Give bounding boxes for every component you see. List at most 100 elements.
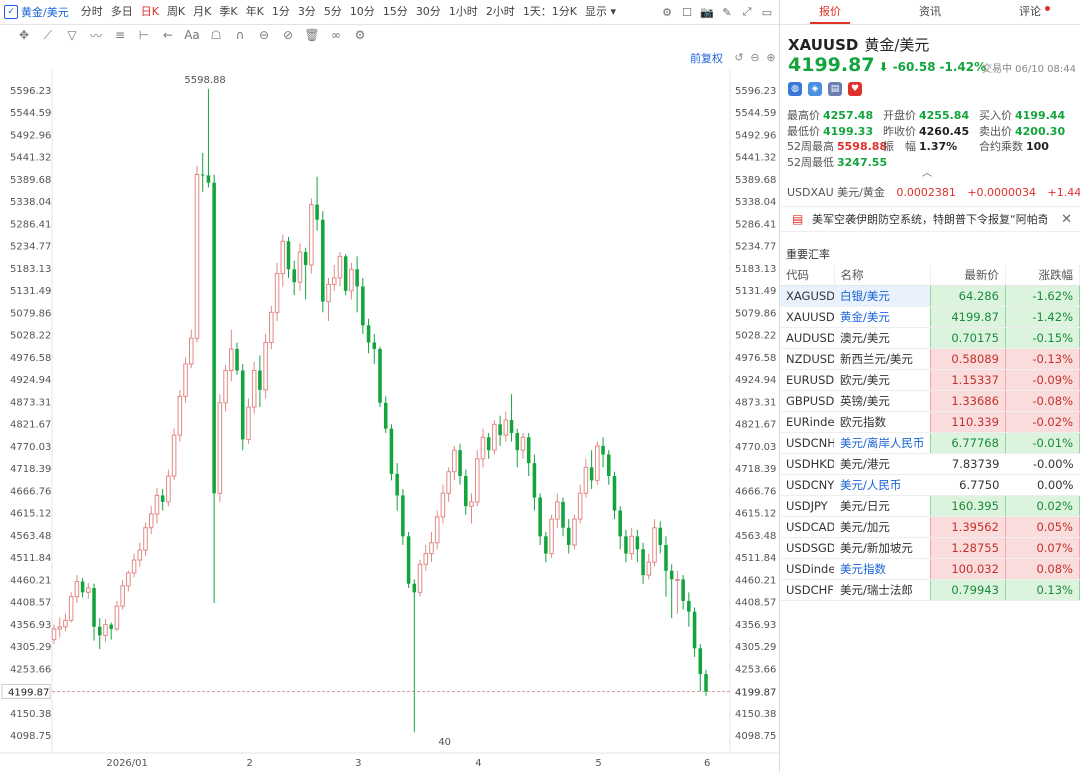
collapse-caret-icon[interactable]: ︿: [922, 164, 932, 179]
link-icon[interactable]: ∞: [326, 26, 346, 44]
timeframe-15[interactable]: 1天：1分K: [519, 0, 581, 24]
line-tool-icon[interactable]: ⟋: [38, 26, 58, 44]
table-row[interactable]: AUDUSD 澳元/美元 0.70175 -0.15%: [780, 327, 1080, 349]
timeframe-7[interactable]: 1分: [268, 0, 294, 24]
table-row[interactable]: XAGUSD 白银/美元 64.286 -1.62%: [780, 285, 1080, 307]
stat-value: 4255.84: [919, 109, 970, 122]
usdxau-row[interactable]: USDXAU 美元/黄金 0.0002381 +0.0000034 +1.44%: [787, 184, 1080, 200]
rate-price: 4199.87: [930, 306, 1006, 328]
tab-news[interactable]: 资讯: [880, 0, 980, 24]
measure-tool-icon[interactable]: ⊢: [134, 26, 154, 44]
col-name[interactable]: 名称: [834, 265, 931, 286]
candle-body: [303, 252, 308, 265]
table-row[interactable]: EURUSD 欧元/美元 1.15337 -0.09%: [780, 369, 1080, 391]
table-row[interactable]: USDCNY 美元/人民币 6.7750 0.00%: [780, 474, 1080, 496]
comment-icon[interactable]: ☖: [206, 26, 226, 44]
zoom-out-icon[interactable]: ⊖: [748, 50, 762, 64]
table-row[interactable]: NZDUSD 新西兰元/美元 0.58089 -0.13%: [780, 348, 1080, 370]
candle-body: [641, 549, 645, 576]
candle-body: [103, 624, 108, 636]
fullscreen-icon[interactable]: ⤢: [738, 3, 756, 21]
table-row[interactable]: USDSGD 美元/新加坡元 1.28755 0.07%: [780, 537, 1080, 559]
timeframe-8[interactable]: 3分: [294, 0, 320, 24]
news-headline[interactable]: 美军空袭伊朗防空系统，特朗普下令报复“阿帕奇”: [812, 211, 1047, 227]
timeframe-4[interactable]: 月K: [189, 0, 215, 24]
arrow-tool-icon[interactable]: ←: [158, 26, 178, 44]
timeframe-9[interactable]: 5分: [320, 0, 346, 24]
wave-tool-icon[interactable]: 〰: [86, 26, 106, 44]
camera-icon[interactable]: 📷: [698, 3, 716, 21]
close-icon[interactable]: ✕: [1061, 212, 1072, 227]
trash-icon[interactable]: 🗑: [302, 26, 322, 44]
timeframe-12[interactable]: 30分: [412, 0, 445, 24]
timeframe-1[interactable]: 多日: [107, 0, 137, 24]
candle-body: [561, 501, 565, 528]
text-tool-icon[interactable]: Aa: [182, 26, 202, 44]
table-row[interactable]: EURindex欧元指数110.339-0.02%: [780, 411, 1080, 433]
timeframe-2[interactable]: 日K: [137, 0, 163, 24]
table-row[interactable]: USDCAD 美元/加元 1.39562 0.05%: [780, 516, 1080, 538]
tag-icon[interactable]: ◈: [808, 82, 822, 96]
y-tick-label: 4718.39: [10, 464, 51, 475]
settings-icon[interactable]: ⚙: [658, 3, 676, 21]
book-icon[interactable]: ▤: [828, 82, 842, 96]
candle-body: [646, 561, 652, 576]
stat-value: 4199.33: [823, 124, 874, 138]
candle-body: [669, 570, 674, 580]
table-row[interactable]: GBPUSD 英镑/美元 1.33686 -0.08%: [780, 390, 1080, 412]
gear-icon[interactable]: ⚙: [350, 26, 370, 44]
timeframe-10[interactable]: 10分: [346, 0, 379, 24]
undo-icon[interactable]: ↺: [732, 50, 746, 64]
candle-body: [687, 600, 691, 612]
table-row[interactable]: USDJPY 美元/日元 160.395 0.02%: [780, 495, 1080, 517]
heart-icon[interactable]: ♥: [848, 82, 862, 96]
timeframe-0[interactable]: 分时: [77, 0, 107, 24]
candle-body: [280, 240, 286, 275]
col-price[interactable]: 最新价: [930, 265, 1006, 286]
y-tick-label: 4408.57: [10, 598, 51, 609]
timeframe-13[interactable]: 1小时: [445, 0, 482, 24]
timeframe-5[interactable]: 季K: [215, 0, 241, 24]
candle-body: [601, 445, 605, 455]
rate-name: 白银/美元: [834, 285, 931, 307]
table-row[interactable]: USDCHF 美元/瑞士法郎 0.79943 0.13%: [780, 579, 1080, 601]
timeframe-11[interactable]: 15分: [379, 0, 412, 24]
rate-price: 6.7750: [930, 474, 1006, 496]
col-pct[interactable]: 涨跌幅: [1005, 265, 1080, 286]
clear-icon[interactable]: ⊘: [278, 26, 298, 44]
checkbox-icon[interactable]: ✓: [4, 5, 18, 19]
tab-comments[interactable]: 评论: [980, 0, 1080, 24]
stats-row: 52周最高 5598.88 振 幅 1.37% 合约乘数 100: [787, 139, 1077, 155]
symbol-tab[interactable]: ✓ 黄金/美元: [0, 0, 77, 24]
stat-cell: 开盘价 4255.84: [883, 108, 979, 124]
timeframe-6[interactable]: 年K: [242, 0, 268, 24]
table-row[interactable]: USDindex美元指数100.0320.08%: [780, 558, 1080, 580]
channel-tool-icon[interactable]: ▽: [62, 26, 82, 44]
table-row[interactable]: USDHKD 美元/港元 7.83739 -0.00%: [780, 453, 1080, 475]
adjust-mode-label[interactable]: 前复权: [690, 50, 723, 66]
display-menu[interactable]: 显示 ▾: [581, 0, 620, 24]
layout-icon[interactable]: ▭: [758, 3, 776, 21]
timeframe-3[interactable]: 周K: [163, 0, 189, 24]
zoom-in-icon[interactable]: ⊕: [764, 50, 778, 64]
candlestick-chart[interactable]: 5596.23 5596.23 5544.59 5544.59 5492.96 5492.…: [0, 70, 779, 772]
fib-tool-icon[interactable]: ≡: [110, 26, 130, 44]
table-row[interactable]: XAUUSD 黄金/美元 4199.87 -1.42%: [780, 306, 1080, 328]
col-code[interactable]: 代码: [780, 265, 835, 286]
candle-body: [263, 342, 268, 391]
lock-icon[interactable]: ⊖: [254, 26, 274, 44]
magnet-icon[interactable]: ∩: [230, 26, 250, 44]
last-price: 4199.87: [788, 54, 875, 76]
candle-body: [480, 436, 486, 460]
y-tick-label: 5183.13: [10, 264, 51, 275]
pen-icon[interactable]: ✎: [718, 3, 736, 21]
candle-body: [595, 445, 600, 481]
table-row[interactable]: USDCNH 美元/离岸人民币 6.77768 -0.01%: [780, 432, 1080, 454]
crosshair-icon[interactable]: ✥: [14, 26, 34, 44]
box-icon[interactable]: ☐: [678, 3, 696, 21]
tab-quote[interactable]: 报价: [780, 0, 880, 24]
timeframe-14[interactable]: 2小时: [482, 0, 519, 24]
quote-symbol: XAUUSD: [788, 36, 859, 54]
globe-icon[interactable]: ◍: [788, 82, 802, 96]
news-ticker[interactable]: ▤ 美军空袭伊朗防空系统，特朗普下令报复“阿帕奇” ✕: [780, 206, 1080, 232]
